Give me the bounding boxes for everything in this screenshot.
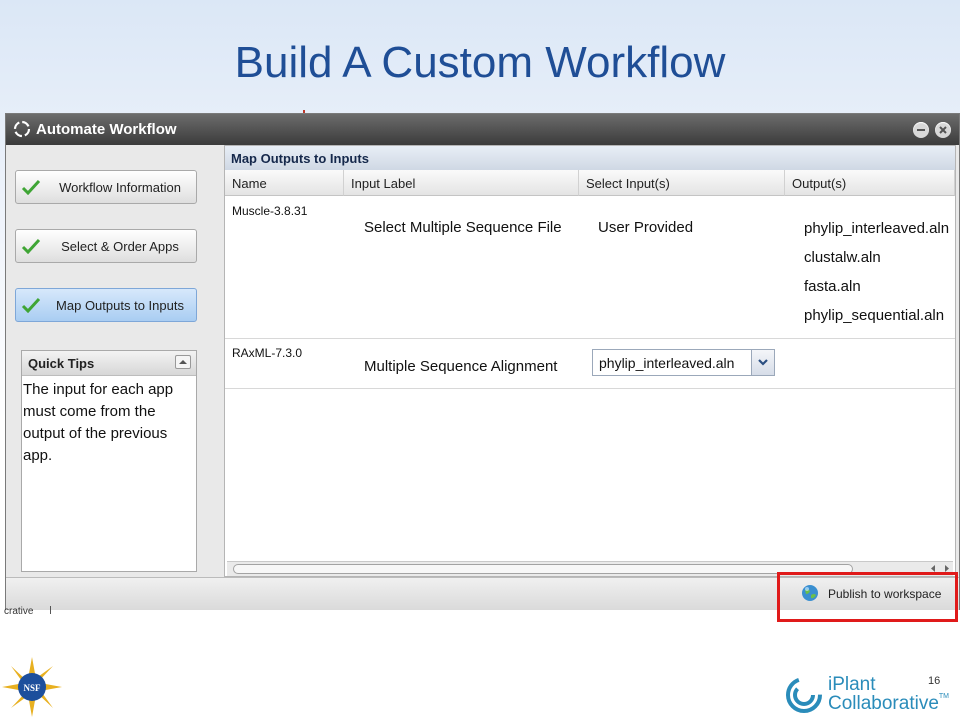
step-select-order-apps[interactable]: Select & Order Apps xyxy=(15,229,197,263)
background-text-fragment: crative xyxy=(4,606,34,617)
minimize-icon xyxy=(917,129,925,131)
output-item: fasta.aln xyxy=(804,278,861,295)
slide-title: Build A Custom Workflow xyxy=(234,38,726,87)
automate-workflow-window: Automate Workflow Workflow Information S… xyxy=(5,113,960,610)
output-item: clustalw.aln xyxy=(804,249,881,266)
step-label: Map Outputs to Inputs xyxy=(56,298,184,313)
column-header-select-inputs[interactable]: Select Input(s) xyxy=(579,170,785,196)
input-label: Multiple Sequence Alignment xyxy=(364,358,558,375)
chevron-down-icon xyxy=(758,359,768,366)
grid-title: Map Outputs to Inputs xyxy=(231,151,369,166)
column-header-outputs[interactable]: Output(s) xyxy=(785,170,955,196)
close-icon xyxy=(939,126,947,134)
step-label: Select & Order Apps xyxy=(61,239,179,254)
column-header-input-label[interactable]: Input Label xyxy=(344,170,579,196)
app-name: RAxML-7.3.0 xyxy=(232,346,303,360)
row-divider xyxy=(225,388,955,389)
output-item: phylip_sequential.aln xyxy=(804,307,945,324)
highlight-box xyxy=(777,572,958,622)
wizard-steps-pane: Workflow Information Select & Order Apps… xyxy=(6,145,224,577)
row-divider xyxy=(225,338,955,339)
quick-tips-header: Quick Tips xyxy=(22,351,196,376)
dropdown-arrow[interactable] xyxy=(751,350,774,375)
iplant-swirl-icon xyxy=(786,677,822,713)
app-name: Muscle-3.8.31 xyxy=(232,204,308,218)
collapse-button[interactable] xyxy=(175,355,191,369)
iplant-name-line2: CollaborativeTM xyxy=(828,693,950,714)
select-input-value: User Provided xyxy=(598,219,694,236)
step-map-outputs-to-inputs[interactable]: Map Outputs to Inputs xyxy=(15,288,197,322)
window-title: Automate Workflow xyxy=(36,121,177,138)
grid-title-bar: Map Outputs to Inputs xyxy=(225,146,955,171)
minimize-button[interactable] xyxy=(913,122,929,138)
nsf-logo: NSF xyxy=(2,657,62,717)
quick-tips-panel: Quick Tips The input for each app must c… xyxy=(21,350,197,572)
window-titlebar[interactable]: Automate Workflow xyxy=(6,114,959,145)
scrollbar-thumb[interactable] xyxy=(233,564,853,574)
input-label: Select Multiple Sequence File xyxy=(364,219,562,236)
quick-tips-text: The input for each app must come from th… xyxy=(23,381,174,464)
iplant-logo: iPlant CollaborativeTM xyxy=(784,672,959,718)
output-item: phylip_interleaved.aln xyxy=(804,220,950,237)
nsf-logo-text: NSF xyxy=(23,683,41,693)
step-workflow-information[interactable]: Workflow Information xyxy=(15,170,197,204)
column-header-name[interactable]: Name xyxy=(225,170,344,196)
map-outputs-grid: Map Outputs to Inputs Name Input Label S… xyxy=(224,145,956,577)
app-logo-icon xyxy=(13,120,31,138)
step-label: Workflow Information xyxy=(59,180,181,195)
close-button[interactable] xyxy=(935,122,951,138)
selected-value: phylip_interleaved.aln xyxy=(599,355,735,371)
chevron-up-icon xyxy=(179,360,187,364)
quick-tips-title: Quick Tips xyxy=(28,356,95,371)
select-input-dropdown[interactable]: phylip_interleaved.aln xyxy=(592,349,775,376)
background-divider xyxy=(50,606,51,614)
